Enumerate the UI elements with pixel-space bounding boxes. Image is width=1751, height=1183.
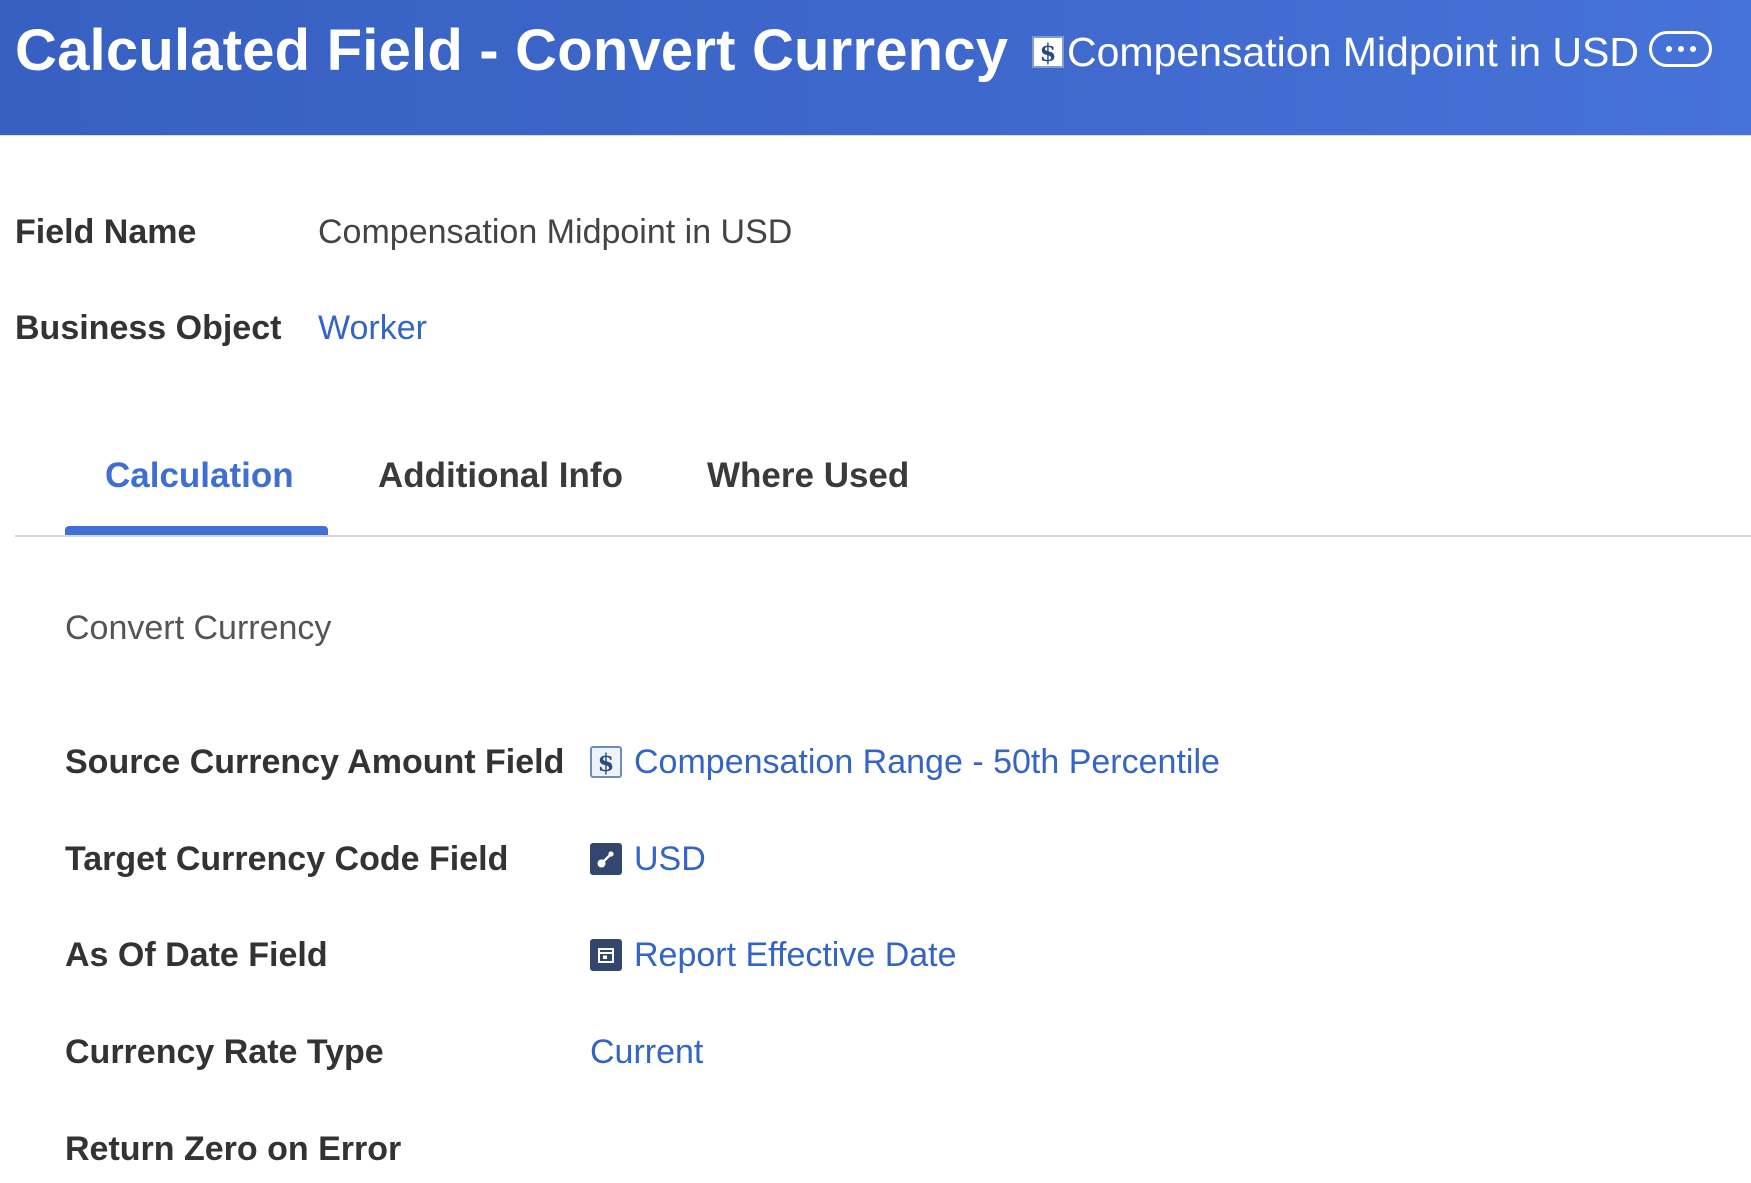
tab-additional-info[interactable]: Additional Info	[378, 455, 623, 497]
as-of-date-link[interactable]: Report Effective Date	[590, 935, 957, 975]
more-dot	[1677, 46, 1684, 52]
tab-divider	[15, 535, 1751, 537]
currency-rate-type-label: Currency Rate Type	[65, 1033, 384, 1071]
header-object-title[interactable]: $ Compensation Midpoint in USD	[1032, 27, 1639, 77]
source-currency-amount-link[interactable]: $ Compensation Range - 50th Percentile	[590, 742, 1220, 782]
page-header: Calculated Field - Convert Currency $ Co…	[0, 0, 1751, 136]
business-object-label: Business Object	[15, 309, 282, 347]
tab-where-used[interactable]: Where Used	[707, 455, 909, 497]
active-tab-indicator	[65, 526, 328, 535]
link-instance-icon	[590, 843, 622, 875]
related-actions-button[interactable]	[1649, 31, 1712, 67]
tab-calculation[interactable]: Calculation	[105, 455, 294, 497]
more-dots-icon	[1665, 46, 1672, 52]
business-object-link[interactable]: Worker	[318, 308, 427, 348]
source-currency-amount-value: Compensation Range - 50th Percentile	[634, 743, 1220, 781]
page: Calculated Field - Convert Currency $ Co…	[0, 0, 1751, 1183]
header-subtitle: Compensation Midpoint in USD	[1067, 29, 1639, 75]
field-name-label: Field Name	[15, 213, 197, 251]
calendar-icon	[590, 939, 622, 971]
field-name-value: Compensation Midpoint in USD	[318, 213, 793, 251]
return-zero-on-error-label: Return Zero on Error	[65, 1130, 402, 1168]
calculation-type-title: Convert Currency	[65, 609, 332, 647]
as-of-date-value: Report Effective Date	[634, 936, 957, 974]
currency-icon: $	[590, 746, 622, 778]
currency-icon: $	[1032, 36, 1064, 68]
currency-rate-type-link[interactable]: Current	[590, 1032, 703, 1072]
target-currency-code-value: USD	[634, 840, 706, 878]
target-currency-code-label: Target Currency Code Field	[65, 840, 509, 878]
target-currency-code-link[interactable]: USD	[590, 839, 706, 879]
page-title: Calculated Field - Convert Currency	[15, 18, 1009, 83]
source-currency-amount-label: Source Currency Amount Field	[65, 743, 565, 781]
more-dot	[1689, 46, 1696, 52]
as-of-date-label: As Of Date Field	[65, 936, 328, 974]
